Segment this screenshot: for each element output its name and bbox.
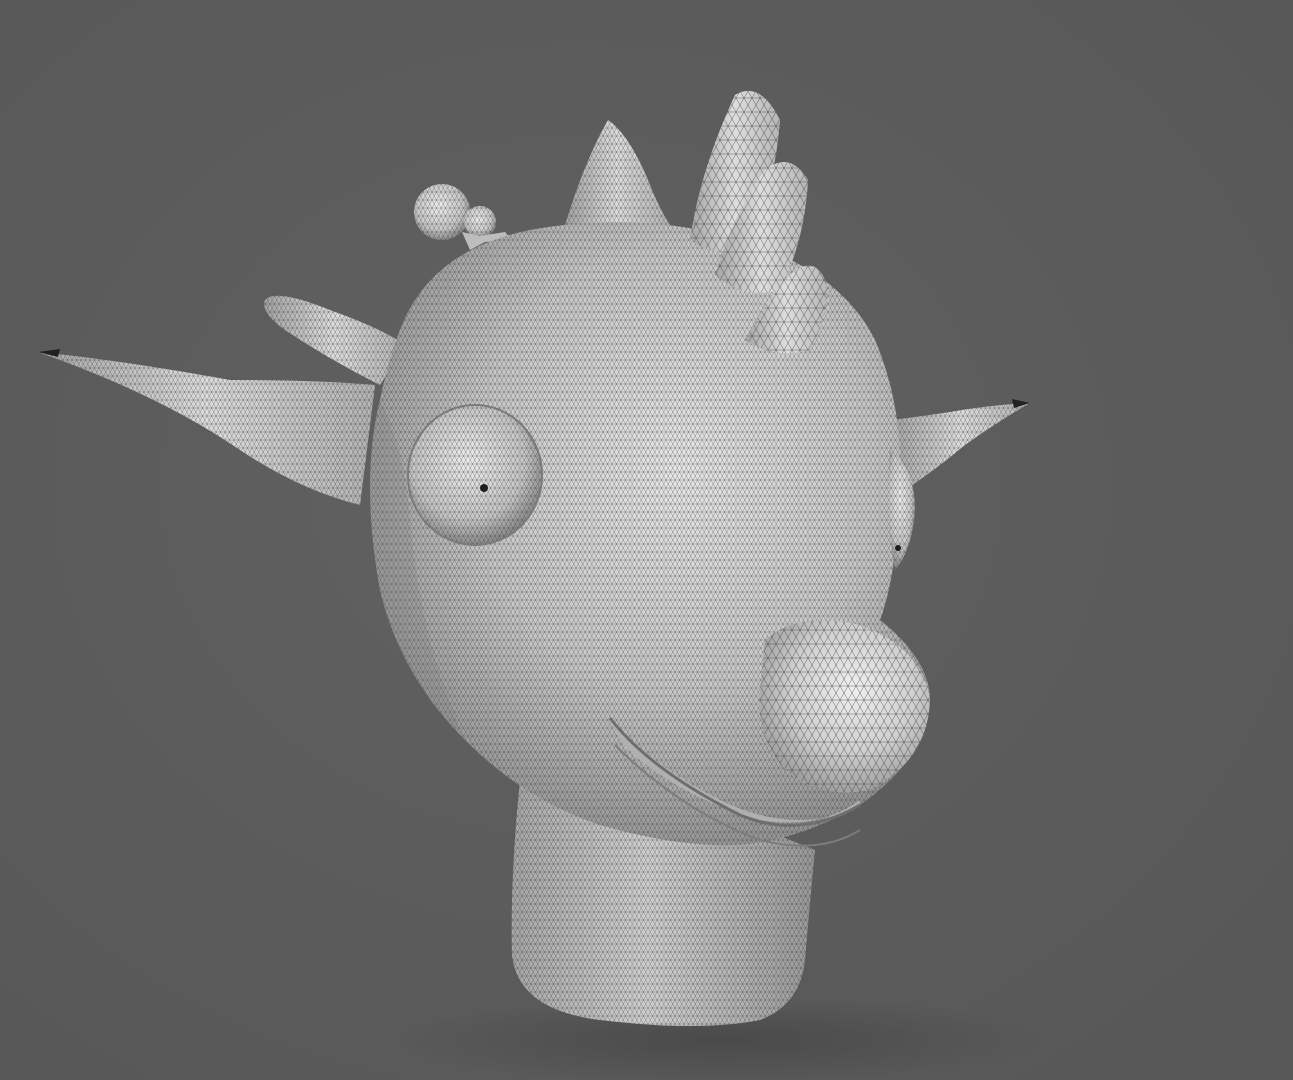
viewport (0, 0, 1293, 1080)
left-eye (407, 404, 543, 546)
back-horn (565, 120, 670, 225)
right-pupil (895, 545, 901, 551)
right-horn (890, 399, 1030, 490)
left-back-horn (264, 295, 405, 385)
wireframe-creature-head-render (38, 90, 1050, 1080)
left-horn (38, 349, 375, 505)
left-pupil (480, 484, 488, 492)
